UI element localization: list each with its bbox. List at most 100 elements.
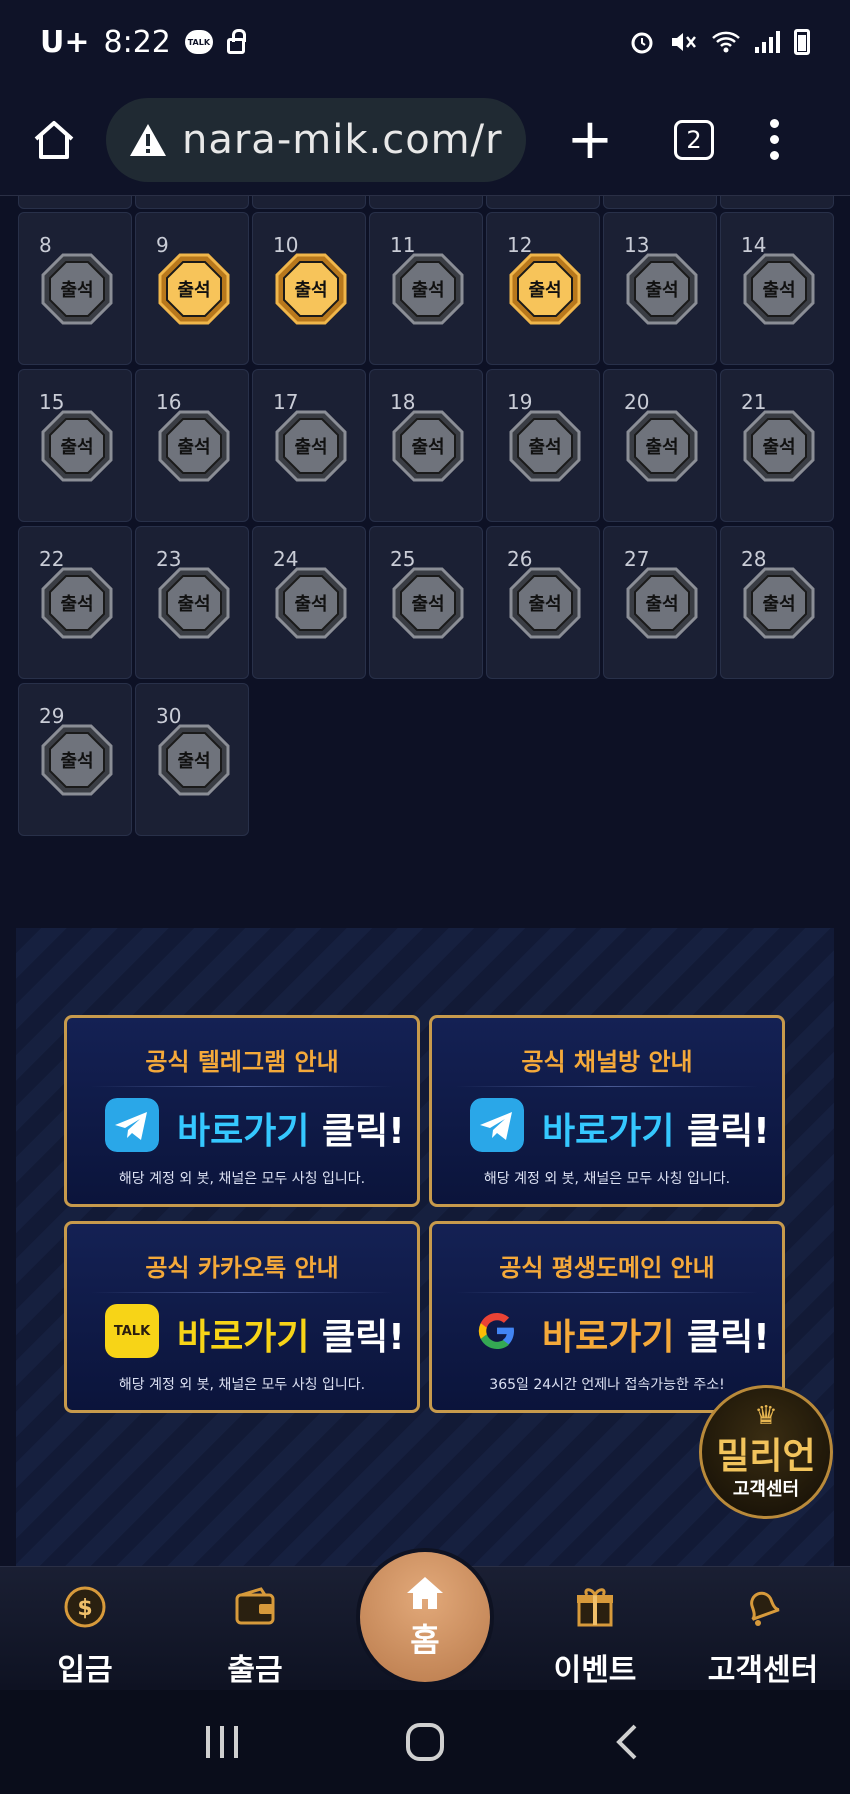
lock-icon: [226, 29, 246, 54]
new-tab-button[interactable]: +: [560, 111, 620, 168]
wifi-icon: [712, 31, 740, 53]
card-cta: 바로가기 클릭!: [177, 1317, 405, 1358]
calendar-day-cell[interactable]: 26 출석: [486, 526, 600, 679]
calendar-day-cell[interactable]: 23 출석: [135, 526, 249, 679]
customer-center-floating-button[interactable]: ♛ 밀리언 고객센터: [699, 1385, 833, 1519]
dollar-coin-icon: $: [64, 1586, 106, 1628]
kakaotalk-notification-icon: TALK: [184, 30, 213, 54]
more-menu-button[interactable]: [770, 119, 779, 160]
attendance-stamp-label: 출석: [294, 280, 328, 301]
cs-sub: 고객센터: [732, 1479, 800, 1500]
calendar-day-cell[interactable]: 29 출석: [18, 683, 132, 836]
attendance-stamp-label: 출석: [645, 437, 679, 458]
nav-home-label: 홈: [410, 1621, 440, 1659]
browser-toolbar: nara-mik.com/r + 2: [0, 84, 850, 196]
attendance-stamp-label: 출석: [411, 437, 445, 458]
calendar-day-cell[interactable]: 22 출석: [18, 526, 132, 679]
attendance-stamp-label: 출석: [528, 280, 562, 301]
calendar-cell-partial: [486, 196, 600, 209]
nav-home-button[interactable]: 홈: [360, 1552, 490, 1682]
calendar-day-cell[interactable]: 14 출석: [720, 212, 834, 365]
attendance-stamp-label: 출석: [645, 280, 679, 301]
calendar-day-cell[interactable]: 28 출석: [720, 526, 834, 679]
signal-icon: [755, 31, 780, 53]
attendance-stamp-label: 출석: [177, 437, 211, 458]
calendar-cell-partial: [720, 196, 834, 209]
calendar-day-cell[interactable]: 12 출석: [486, 212, 600, 365]
status-bar: U+ 8:22 TALK: [0, 0, 850, 84]
system-navigation-bar: [0, 1690, 850, 1794]
attendance-stamp-label: 출석: [411, 594, 445, 615]
calendar-day-cell[interactable]: 10 출석: [252, 212, 366, 365]
attendance-stamp-label: 출석: [762, 437, 796, 458]
recent-apps-button[interactable]: [192, 1712, 252, 1772]
clock: 8:22: [103, 24, 171, 60]
calendar-day-cell[interactable]: 13 출석: [603, 212, 717, 365]
card-note: 해당 계정 외 봇, 채널은 모두 사칭 입니다.: [118, 1171, 366, 1187]
attendance-stamp-label: 출석: [177, 751, 211, 772]
card-title: 공식 카카오톡 안내: [145, 1254, 339, 1282]
attendance-stamp-label: 출석: [60, 437, 94, 458]
nav-support[interactable]: 고객센터: [688, 1585, 838, 1689]
calendar-cell-partial: [252, 196, 366, 209]
calendar-day-cell[interactable]: 16 출석: [135, 369, 249, 522]
calendar-day-cell[interactable]: 27 출석: [603, 526, 717, 679]
address-bar[interactable]: nara-mik.com/r: [106, 97, 526, 182]
calendar-cell-partial: [369, 196, 483, 209]
kakaotalk-official-card[interactable]: 공식 카카오톡 안내 TALK 바로가기 클릭! 해당 계정 외 봇, 채널은 …: [64, 1221, 420, 1413]
calendar-day-cell[interactable]: 19 출석: [486, 369, 600, 522]
attendance-stamp-label: 출석: [528, 594, 562, 615]
calendar-day-cell[interactable]: 25 출석: [369, 526, 483, 679]
card-cta: 바로가기 클릭!: [542, 1111, 770, 1152]
calendar-day-cell[interactable]: 17 출석: [252, 369, 366, 522]
calendar-day-cell[interactable]: 11 출석: [369, 212, 483, 365]
card-title: 공식 채널방 안내: [521, 1048, 693, 1076]
channel-official-card[interactable]: 공식 채널방 안내 바로가기 클릭! 해당 계정 외 봇, 채널은 모두 사칭 …: [429, 1015, 785, 1207]
telegram-official-card[interactable]: 공식 텔레그램 안내 바로가기 클릭! 해당 계정 외 봇, 채널은 모두 사칭…: [64, 1015, 420, 1207]
attendance-stamp-label: 출석: [294, 594, 328, 615]
attendance-stamp-label: 출석: [762, 280, 796, 301]
calendar-day-cell[interactable]: 15 출석: [18, 369, 132, 522]
battery-icon: [794, 29, 810, 55]
svg-text:$: $: [77, 1596, 92, 1621]
calendar-day-cell[interactable]: 24 출석: [252, 526, 366, 679]
carrier-label: U+: [40, 24, 90, 60]
home-system-button[interactable]: [395, 1712, 455, 1772]
alarm-icon: [631, 32, 653, 54]
card-title: 공식 텔레그램 안내: [145, 1048, 339, 1076]
attendance-stamp-label: 출석: [645, 594, 679, 615]
crown-icon: ♛: [754, 1401, 778, 1431]
nav-withdraw-label: 출금: [227, 1653, 283, 1688]
calendar-cell-partial: [135, 196, 249, 209]
bell-icon: [750, 1591, 780, 1626]
nav-event-label: 이벤트: [553, 1653, 637, 1688]
nav-deposit[interactable]: $ 입금: [10, 1585, 160, 1689]
home-icon: [407, 1577, 443, 1609]
nav-withdraw[interactable]: 출금: [180, 1585, 330, 1689]
back-button[interactable]: [598, 1712, 658, 1772]
calendar-day-cell[interactable]: 18 출석: [369, 369, 483, 522]
card-note: 해당 계정 외 봇, 채널은 모두 사칭 입니다.: [483, 1171, 731, 1187]
domain-official-card[interactable]: 공식 평생도메인 안내 바로가기 클릭! 365일 24시간 언제나 접속가능한…: [429, 1221, 785, 1413]
calendar-day-cell[interactable]: 21 출석: [720, 369, 834, 522]
cs-brand: 밀리언: [716, 1436, 816, 1477]
calendar-day-cell[interactable]: 30 출석: [135, 683, 249, 836]
calendar-day-cell[interactable]: 8 출석: [18, 212, 132, 365]
calendar-cell-partial: [18, 196, 132, 209]
telegram-icon: [105, 1098, 159, 1152]
page-content: 8 출석 9 출석 10 출석 11 출석 12 출석 13 출석 14 출석 15 출석 16 출석 17 출석 18…: [0, 196, 850, 1566]
url-text: nara-mik.com/r: [182, 116, 503, 163]
calendar-day-cell[interactable]: 9 출석: [135, 212, 249, 365]
card-note: 해당 계정 외 봇, 채널은 모두 사칭 입니다.: [118, 1377, 366, 1393]
mute-icon: [672, 33, 696, 51]
card-title: 공식 평생도메인 안내: [499, 1254, 715, 1282]
nav-event[interactable]: 이벤트: [520, 1585, 670, 1689]
tab-switcher-button[interactable]: 2: [674, 119, 714, 160]
card-cta: 바로가기 클릭!: [542, 1317, 770, 1358]
home-circle-icon: [405, 1723, 444, 1761]
attendance-stamp-label: 출석: [60, 280, 94, 301]
attendance-stamp-label: 출석: [60, 594, 94, 615]
browser-home-button[interactable]: [24, 110, 84, 170]
calendar-day-cell[interactable]: 20 출석: [603, 369, 717, 522]
attendance-stamp-label: 출석: [294, 437, 328, 458]
